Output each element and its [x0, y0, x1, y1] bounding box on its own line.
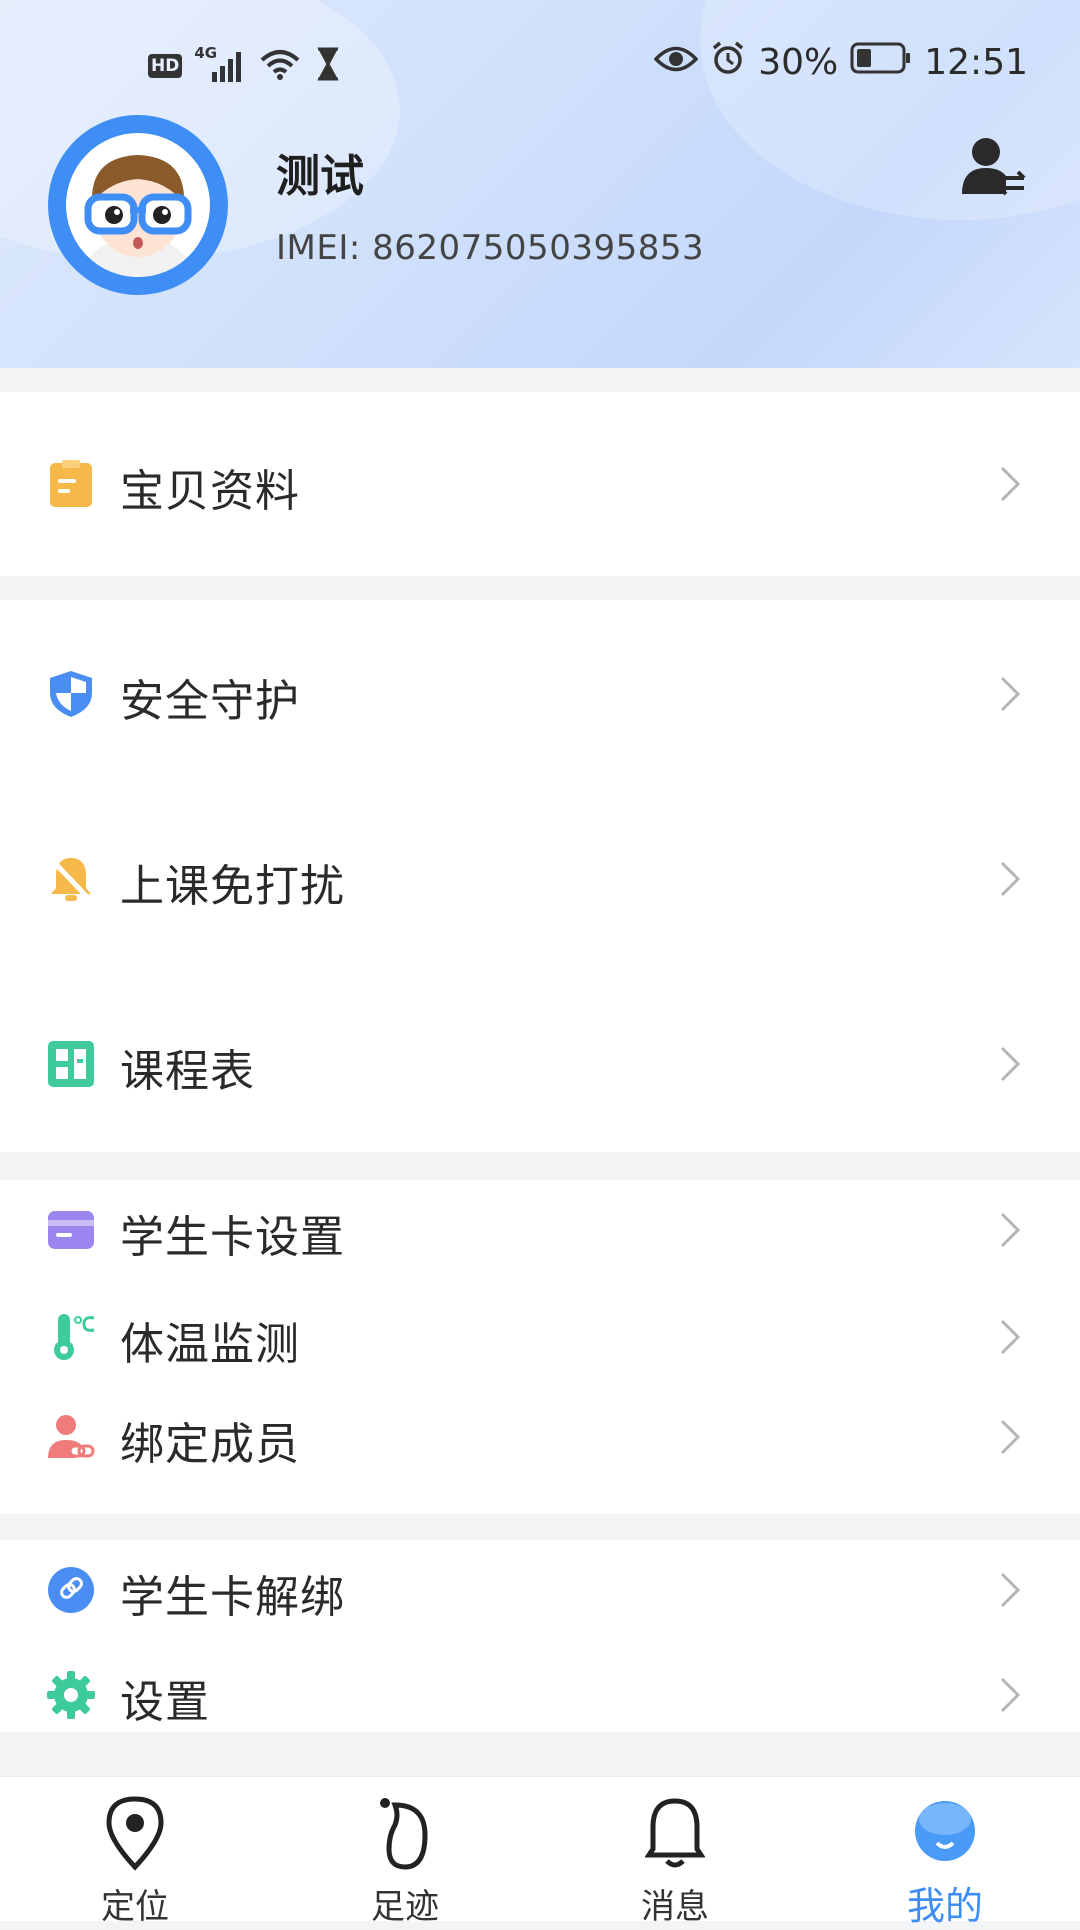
menu-item-baby-info[interactable]: 宝贝资料 [0, 434, 1080, 534]
bottom-tab-bar: 定位 足迹 消息 我的 [0, 1776, 1080, 1928]
chevron-right-icon [1000, 1677, 1021, 1713]
tab-label: 足迹 [371, 1887, 439, 1927]
chevron-right-icon [1000, 1212, 1021, 1248]
shield-icon [50, 671, 92, 717]
footprint-icon [380, 1798, 428, 1870]
switch-user-button[interactable] [960, 132, 1028, 200]
menu-item-label: 上课免打扰 [120, 861, 345, 912]
tab-footprint[interactable]: 足迹 [305, 1777, 505, 1927]
chevron-right-icon [1000, 676, 1021, 712]
tab-mine[interactable]: 我的 [845, 1777, 1045, 1928]
menu-card-baby: 宝贝资料 [0, 392, 1080, 576]
network-type-label: 4G [194, 44, 218, 62]
hd-badge: HD [148, 54, 183, 78]
chevron-right-icon [1000, 1319, 1021, 1355]
menu-item-label: 学生卡解绑 [120, 1572, 345, 1623]
menu-item-label: 课程表 [120, 1046, 255, 1097]
bell-off-icon [50, 858, 92, 902]
menu-item-settings[interactable]: 设置 [0, 1645, 1080, 1745]
device-imei: IMEI: 862075050395853 [276, 228, 705, 268]
menu-item-label: 设置 [120, 1677, 210, 1728]
signal-icon: 4G [194, 44, 246, 84]
tab-messages[interactable]: 消息 [575, 1777, 775, 1927]
unlink-icon [48, 1567, 94, 1613]
menu-item-timetable[interactable]: 课程表 [0, 1014, 1080, 1114]
menu-item-safety-guard[interactable]: 安全守护 [0, 644, 1080, 744]
menu-item-temperature[interactable]: 体温监测 [0, 1287, 1080, 1387]
timetable-icon [48, 1041, 94, 1087]
menu-item-label: 宝贝资料 [120, 466, 300, 517]
chevron-right-icon [1000, 1419, 1021, 1455]
tab-location[interactable]: 定位 [35, 1777, 235, 1927]
avatar[interactable] [48, 115, 228, 295]
tab-label: 定位 [101, 1887, 169, 1927]
tab-label: 消息 [641, 1887, 709, 1927]
member-link-icon [48, 1415, 95, 1458]
menu-item-label: 学生卡设置 [120, 1212, 345, 1263]
battery-icon [850, 42, 912, 83]
thermometer-icon [54, 1314, 95, 1360]
status-time: 12:51 [924, 42, 1028, 83]
menu-card-card-settings: 学生卡设置 体温监测 绑定成员 [0, 1180, 1080, 1514]
menu-item-unbind-card[interactable]: 学生卡解绑 [0, 1540, 1080, 1640]
profile-face-icon [915, 1801, 975, 1861]
chevron-right-icon [1000, 466, 1021, 502]
wifi-icon [258, 46, 302, 86]
eye-icon [653, 42, 699, 83]
battery-percent: 30% [758, 42, 839, 83]
menu-card-guard: 安全守护 上课免打扰 课程表 [0, 600, 1080, 1152]
clipboard-icon [50, 460, 92, 507]
gear-icon [47, 1671, 95, 1719]
menu-item-student-card-settings[interactable]: 学生卡设置 [0, 1180, 1080, 1280]
menu-card-system: 学生卡解绑 设置 [0, 1540, 1080, 1732]
tab-label: 我的 [906, 1884, 983, 1928]
profile-name: 测试 [276, 151, 364, 202]
card-icon [48, 1211, 94, 1249]
alarm-icon [710, 40, 746, 85]
status-bar: HD 4G 30% 12:51 [0, 40, 1080, 96]
switch-user-icon [962, 138, 1026, 196]
chevron-right-icon [1000, 1572, 1021, 1608]
child-avatar-icon [84, 155, 192, 277]
chevron-right-icon [1000, 861, 1021, 897]
hourglass-icon [314, 46, 342, 86]
menu-item-bind-members[interactable]: 绑定成员 [0, 1387, 1080, 1487]
menu-item-label: 绑定成员 [120, 1419, 300, 1470]
menu-item-label: 安全守护 [120, 676, 300, 727]
profile-header: HD 4G 30% 12:51 测试 IMEI: 862075050395853 [0, 0, 1080, 368]
menu-item-class-dnd[interactable]: 上课免打扰 [0, 829, 1080, 929]
menu-item-label: 体温监测 [120, 1319, 300, 1370]
bell-icon [645, 1798, 705, 1868]
location-pin-icon [106, 1796, 164, 1871]
chevron-right-icon [1000, 1046, 1021, 1082]
